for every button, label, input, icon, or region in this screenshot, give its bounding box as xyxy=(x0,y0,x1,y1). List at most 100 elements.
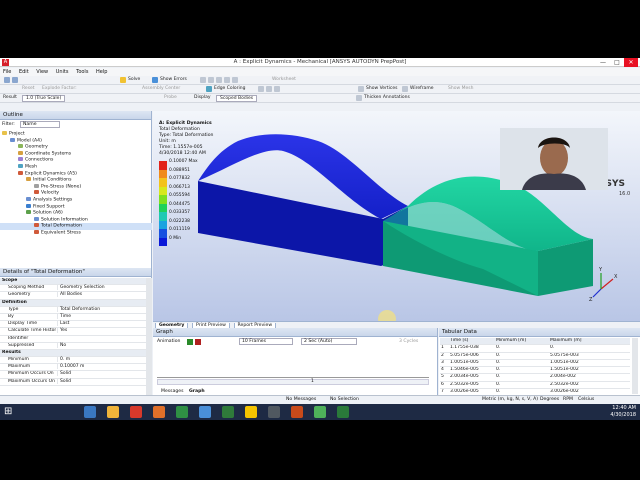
details-row[interactable]: Calculate Time History Yes xyxy=(0,328,146,336)
maximize-button[interactable]: □ xyxy=(610,58,624,67)
show-errors-button[interactable]: Show Errors xyxy=(160,77,187,82)
minimize-button[interactable]: — xyxy=(596,58,610,67)
filter-dropdown[interactable]: Name xyxy=(20,121,60,128)
edge-coloring-button[interactable]: Edge Coloring xyxy=(214,86,245,91)
details-row[interactable]: By Time xyxy=(0,313,146,322)
tabular-header-cell[interactable]: Minimum [m] xyxy=(496,338,526,343)
pan-icon[interactable] xyxy=(224,77,230,83)
tabular-row[interactable]: 2 5.0575e-006 0. 5.0575e-003 xyxy=(440,353,630,360)
undo-icon[interactable] xyxy=(4,77,10,83)
details-row[interactable]: Display Time Last xyxy=(0,321,146,329)
edge-style-icon[interactable] xyxy=(258,86,264,92)
scoped-bodies-dropdown[interactable]: Scoped Bodies xyxy=(216,95,258,102)
time-slider[interactable] xyxy=(157,379,429,385)
details-row[interactable]: Maximum Occurs On Solid xyxy=(0,378,146,386)
tabular-row[interactable]: 3 1.0051e-005 0. 1.0051e-002 xyxy=(440,360,630,368)
rotate-icon[interactable] xyxy=(232,77,238,83)
taskbar-app-icon[interactable] xyxy=(268,406,280,418)
reset-button[interactable]: Reset xyxy=(22,86,35,91)
tabular-row[interactable]: 5 2.0034e-005 0. 2.004e-002 xyxy=(440,374,630,382)
frames-dropdown[interactable]: 10 Frames xyxy=(239,338,293,345)
tree-item[interactable]: Connections xyxy=(0,157,152,164)
duration-dropdown[interactable]: 2 Sec (Auto) xyxy=(301,338,357,345)
menu-file[interactable]: File xyxy=(0,68,14,76)
stop-icon[interactable] xyxy=(195,339,201,345)
solve-button[interactable]: Solve xyxy=(128,77,140,82)
tree-item[interactable]: Project xyxy=(0,131,152,138)
play-icon[interactable] xyxy=(187,339,193,345)
taskbar-app-icon[interactable] xyxy=(130,406,142,418)
details-row[interactable]: Geometry All Bodies xyxy=(0,292,146,300)
tree-item[interactable]: Model (A4) xyxy=(0,137,152,145)
show-mesh-button[interactable]: Show Mesh xyxy=(448,86,473,91)
menu-view[interactable]: View xyxy=(33,68,51,76)
show-vertices-button[interactable]: Show Vertices xyxy=(366,86,398,91)
details-row[interactable]: Type Total Deformation xyxy=(0,306,146,314)
tree-item[interactable]: Initial Conditions xyxy=(0,177,152,184)
tree-item[interactable]: Total Deformation xyxy=(0,223,152,230)
status-units[interactable]: Metric (m, kg, N, s, V, A) xyxy=(482,397,538,402)
taskbar-app-icon[interactable] xyxy=(314,406,326,418)
status-angle[interactable]: Degrees xyxy=(540,397,559,402)
wireframe-button[interactable]: Wireframe xyxy=(410,86,433,91)
menu-help[interactable]: Help xyxy=(93,68,110,76)
edge-mode-icon[interactable] xyxy=(274,86,280,92)
tabular-scrollbar[interactable] xyxy=(632,338,638,394)
selection-icon[interactable] xyxy=(200,77,206,83)
tabular-header-cell[interactable]: Time [s] xyxy=(450,338,468,343)
taskbar-app-icon[interactable] xyxy=(153,406,165,418)
tree-item[interactable]: Solution Information xyxy=(0,216,152,224)
result-scale-dropdown[interactable]: 1.0 (True Scale) xyxy=(22,95,66,102)
tabular-row[interactable]: 6 2.5032e-005 0. 2.5032e-002 xyxy=(440,382,630,390)
show-vertices-icon[interactable] xyxy=(358,86,364,92)
tab-messages[interactable]: Messages xyxy=(161,389,184,394)
details-row[interactable]: Suppressed No xyxy=(0,342,146,350)
edge-coloring-icon[interactable] xyxy=(206,86,212,92)
taskbar-app-icon[interactable] xyxy=(245,406,257,418)
tree-item[interactable]: Explicit Dynamics (A5) xyxy=(0,170,152,178)
close-button[interactable]: ✕ xyxy=(624,58,638,67)
redo-icon[interactable] xyxy=(12,77,18,83)
menu-edit[interactable]: Edit xyxy=(16,68,32,76)
solve-icon[interactable] xyxy=(120,77,126,83)
taskbar-app-icon[interactable] xyxy=(337,406,349,418)
taskbar-app-icon[interactable] xyxy=(222,406,234,418)
zoom-icon[interactable] xyxy=(216,77,222,83)
status-messages[interactable]: No Messages xyxy=(286,397,316,402)
taskbar-app-icon[interactable] xyxy=(199,406,211,418)
tree-item[interactable]: Geometry xyxy=(0,144,152,151)
taskbar-app-icon[interactable] xyxy=(176,406,188,418)
taskbar-app-icon[interactable] xyxy=(84,406,96,418)
status-temperature[interactable]: Celsius xyxy=(578,397,594,402)
windows-start-icon[interactable]: ⊞ xyxy=(4,406,16,418)
taskbar-app-icon[interactable] xyxy=(291,406,303,418)
thicken-annotations-icon[interactable] xyxy=(356,95,362,101)
geometry-icon[interactable] xyxy=(208,77,214,83)
tree-item[interactable]: Pre-Stress (None) xyxy=(0,183,152,191)
wireframe-icon[interactable] xyxy=(402,86,408,92)
tabular-header-cell[interactable]: Maximum [m] xyxy=(550,338,582,343)
tree-item[interactable]: Coordinate Systems xyxy=(0,150,152,158)
tree-item[interactable]: Analysis Settings xyxy=(0,196,152,204)
tree-item[interactable]: Velocity xyxy=(0,190,152,197)
thicken-annotations-button[interactable]: Thicken Annotations xyxy=(364,95,410,100)
tabular-row[interactable]: 1 1.1755e-038 0. 0. xyxy=(440,345,630,353)
tree-item[interactable]: Solution (A6) xyxy=(0,210,152,217)
details-scrollbar[interactable] xyxy=(146,278,152,404)
taskbar-app-icon[interactable] xyxy=(107,406,119,418)
status-rpm[interactable]: RPM xyxy=(563,397,573,402)
edge-thickness-icon[interactable] xyxy=(266,86,272,92)
menu-units[interactable]: Units xyxy=(53,68,72,76)
tab-graph[interactable]: Graph xyxy=(189,389,205,394)
assembly-center-dropdown[interactable]: Assembly Center xyxy=(142,86,180,91)
details-row[interactable]: Maximum 0.10007 m xyxy=(0,364,146,372)
details-row[interactable]: Identifier xyxy=(0,336,146,343)
tabular-row[interactable]: 4 1.5046e-005 0. 1.5051e-002 xyxy=(440,367,630,375)
worksheet-button[interactable]: Worksheet xyxy=(272,77,296,82)
details-row[interactable]: Minimum Occurs On Solid xyxy=(0,371,146,379)
tree-item[interactable]: Mesh xyxy=(0,163,152,171)
probe-button[interactable]: Probe xyxy=(164,95,177,100)
tree-item[interactable]: Equivalent Stress xyxy=(0,229,152,237)
menu-tools[interactable]: Tools xyxy=(73,68,91,76)
tree-item[interactable]: Fixed Support xyxy=(0,203,152,211)
